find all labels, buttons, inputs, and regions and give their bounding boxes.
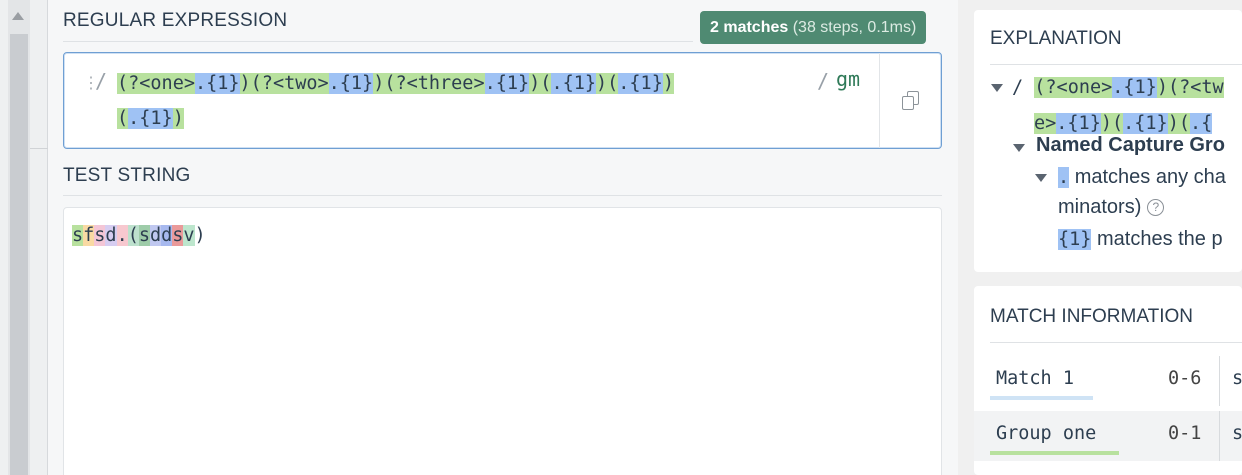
regex-token: )( (596, 73, 619, 94)
regex-line-1[interactable]: (?<one>.{1})(?<two>.{1})(?<three>.{1})(.… (117, 69, 674, 99)
match-value: s (1232, 368, 1242, 389)
test-title-rule (63, 195, 942, 196)
regex-token: .{1} (551, 73, 596, 94)
regex-token: (?<one> (117, 73, 195, 94)
match-count: 2 matches (710, 19, 789, 36)
regex-token: )(?<three> (373, 73, 485, 94)
regex-token: .{ (1189, 113, 1213, 134)
copy-divider (879, 53, 880, 148)
column-divider (1219, 356, 1220, 406)
scrollbar-thumb[interactable] (10, 34, 28, 475)
match-underline (990, 396, 1093, 400)
regex-token: .{1} (128, 108, 173, 129)
explanation-regex-prefix: / (1012, 77, 1035, 98)
help-icon[interactable]: ? (1147, 199, 1165, 216)
regex-token: )(?<tw (1156, 77, 1224, 98)
group-underline (990, 451, 1119, 455)
regex-token: e> (1034, 113, 1057, 134)
test-char: d (149, 225, 162, 246)
regex-line-2[interactable]: (.{1}) (117, 104, 184, 134)
named-group-node: Named Capture Gro (1036, 134, 1225, 156)
test-char: f (83, 225, 95, 246)
quantifier-token: {1} (1058, 229, 1092, 250)
regex-token: ) (172, 108, 184, 129)
regex-close-delimiter: / (817, 69, 830, 93)
regex-token: ) (662, 73, 674, 94)
regex-token: .{1} (618, 73, 663, 94)
copy-icon[interactable] (902, 91, 920, 111)
match-info-rule (990, 342, 1242, 343)
table-row[interactable]: Match 1 0-6 s (974, 356, 1242, 406)
regex-section-title: REGULAR EXPRESSION (63, 10, 288, 31)
group-range: 0-1 (1168, 423, 1202, 444)
test-char: v (183, 225, 195, 246)
explanation-rule (990, 64, 1242, 65)
test-char: ( (127, 225, 139, 246)
test-char: d (105, 225, 117, 246)
table-row[interactable]: Group one 0-1 s (974, 411, 1242, 461)
match-count-badge: 2 matches (38 steps, 0.1ms) (700, 11, 927, 44)
regex-open-delimiter: / (95, 69, 108, 93)
test-string-text[interactable]: sfsd.(sddsv) (72, 221, 206, 251)
regex-input[interactable]: ⋮ / (?<one>.{1})(?<two>.{1})(?<three>.{1… (63, 52, 942, 149)
match-label: Match 1 (996, 368, 1074, 389)
dot-explanation: . matches any cha (1058, 166, 1226, 189)
quantifier-description: matches the p (1096, 228, 1223, 250)
match-info-card: MATCH INFORMATION Match 1 0-6 s Group on… (974, 286, 1242, 475)
regex-token: .{1} (1112, 77, 1157, 98)
explanation-title: EXPLANATION (990, 28, 1122, 49)
column-divider (1219, 411, 1220, 461)
editor-panel: REGULAR EXPRESSION 2 matches (38 steps, … (48, 0, 958, 475)
regex-token: .{1} (484, 73, 530, 94)
regex-token: ( (117, 108, 129, 129)
dot-description-cont: minators) (1058, 196, 1142, 218)
regex-token: )( (1100, 113, 1124, 134)
explanation-card: EXPLANATION / (?<one>.{1})(?<tw e>.{1})(… (974, 10, 1242, 272)
dot-explanation-cont: minators)? (1058, 196, 1165, 219)
group-label: Group one (996, 423, 1097, 444)
regex-flags-button[interactable]: gm (836, 67, 860, 91)
regex-token: )( (1167, 113, 1190, 134)
regex-token: )( (529, 73, 552, 94)
test-char: d (161, 225, 173, 246)
dot-token: . (1058, 167, 1070, 188)
test-char: s (72, 225, 84, 246)
test-char: s (172, 225, 184, 246)
regex-token: )(?<two> (239, 73, 329, 94)
regex-token: .{1} (194, 73, 240, 94)
regex-token: .{1} (328, 73, 374, 94)
collapse-group-icon[interactable] (1013, 144, 1025, 152)
regex-token: .{1} (1056, 113, 1101, 134)
test-char: ) (194, 225, 206, 246)
group-value: s (1232, 423, 1242, 444)
explanation-regex-line-1: / (?<one>.{1})(?<tw (1012, 73, 1224, 103)
test-char: s (138, 225, 150, 246)
collapse-dot-icon[interactable] (1035, 174, 1047, 182)
dot-description: matches any cha (1074, 166, 1226, 188)
gutter-divider (30, 148, 48, 149)
test-char: . (116, 225, 128, 246)
regex-title-rule (63, 41, 693, 42)
left-gutter (0, 0, 48, 475)
match-info-title: MATCH INFORMATION (990, 306, 1193, 327)
match-steps: (38 steps, 0.1ms) (792, 19, 917, 36)
test-string-input[interactable]: sfsd.(sddsv) (63, 207, 942, 475)
regex-token: .{1} (1123, 113, 1168, 134)
quantifier-explanation: {1} matches the p (1058, 228, 1223, 251)
regex-token: (?<one> (1034, 77, 1113, 98)
match-range: 0-6 (1168, 368, 1202, 389)
test-string-title: TEST STRING (63, 165, 191, 186)
test-char: s (94, 225, 106, 246)
scroll-up-icon[interactable] (12, 12, 24, 20)
collapse-regex-icon[interactable] (991, 84, 1003, 92)
